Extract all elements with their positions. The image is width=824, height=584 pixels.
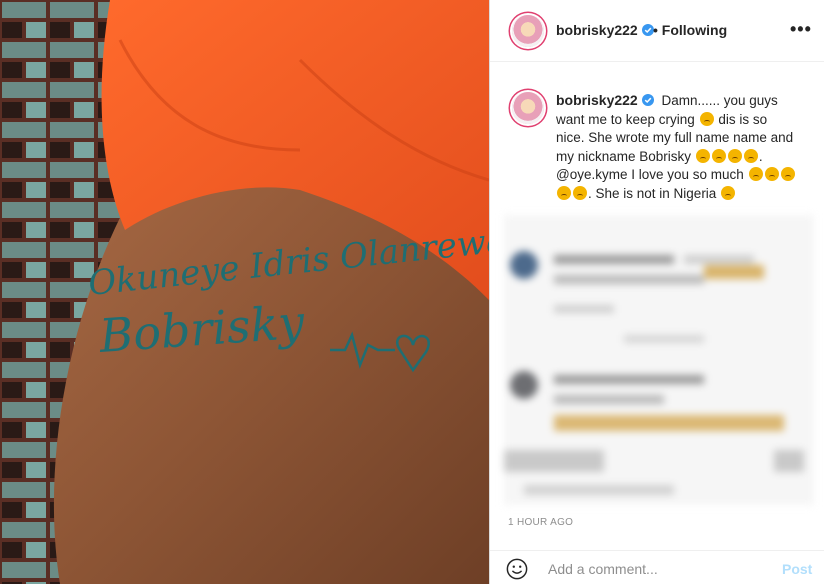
post-sidebar: bobrisky222 • Following ••• bobrisky222 … <box>489 0 824 584</box>
sad-emoji-icon <box>743 148 758 163</box>
caption-mention-link[interactable]: @oye.kyme <box>556 167 627 182</box>
more-options-icon[interactable]: ••• <box>790 20 812 38</box>
caption-username[interactable]: bobrisky222 <box>556 92 654 108</box>
sad-emoji-icon <box>695 148 710 163</box>
blurred-comments <box>504 215 814 505</box>
header-username[interactable]: bobrisky222 <box>556 22 654 38</box>
post-photo[interactable]: Okuneye Idris Olanrewaju Bobrisky <box>0 0 489 584</box>
caption: bobrisky222 Damn...... you guys want me … <box>556 92 795 201</box>
emoji-picker-icon[interactable] <box>506 558 528 580</box>
sad-emoji-icon <box>557 185 571 200</box>
caption-text-3: I love you so much <box>631 167 744 182</box>
sad-emoji-icon <box>721 185 736 200</box>
crying-emoji-icon <box>699 111 714 126</box>
sad-emoji-icon <box>727 148 742 163</box>
sad-emoji-icon <box>764 167 779 181</box>
avatar[interactable] <box>512 15 544 47</box>
sad-emoji-icon <box>748 167 763 181</box>
tattoo-photo: Okuneye Idris Olanrewaju Bobrisky <box>0 0 489 584</box>
sad-emoji-icon <box>780 167 795 181</box>
sad-emoji-icon <box>711 148 726 163</box>
caption-avatar[interactable] <box>512 92 544 124</box>
following-button[interactable]: • Following <box>653 22 727 38</box>
verified-icon <box>641 24 654 36</box>
comment-input[interactable] <box>546 556 770 582</box>
post-header: bobrisky222 • Following ••• <box>490 0 824 62</box>
sad-emoji-icon <box>573 185 587 200</box>
verified-icon <box>641 94 654 106</box>
post-comment-button[interactable]: Post <box>782 561 812 577</box>
add-comment-row: Post <box>490 550 824 584</box>
post-timestamp[interactable]: 1 HOUR AGO <box>508 517 573 528</box>
caption-text-4: . She is not in Nigeria <box>588 185 717 201</box>
